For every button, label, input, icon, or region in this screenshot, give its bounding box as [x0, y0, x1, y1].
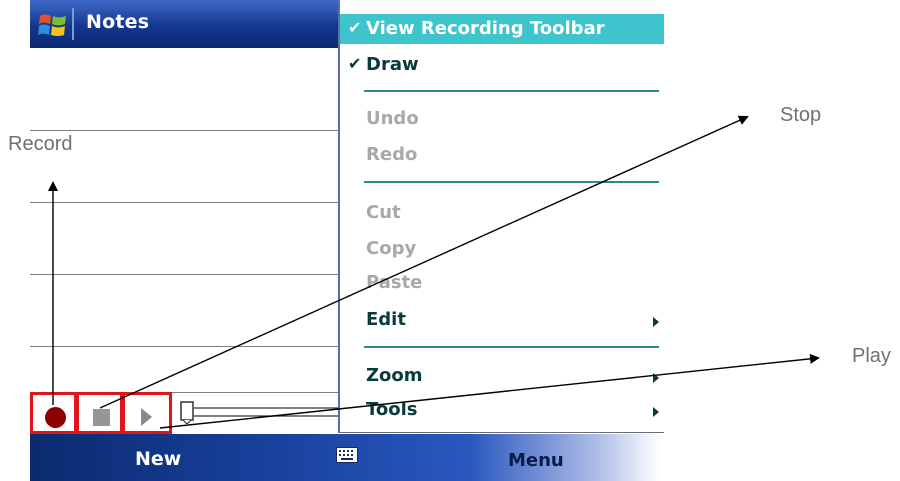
- play-button-face: [127, 397, 167, 429]
- checkmark-icon: ✔: [348, 18, 362, 37]
- menu-separator: [364, 346, 659, 348]
- menu-item-label: Cut: [366, 202, 401, 223]
- submenu-arrow-icon: [653, 317, 659, 327]
- new-softkey[interactable]: New: [135, 448, 181, 470]
- record-icon: [45, 407, 66, 428]
- play-button[interactable]: [122, 392, 172, 434]
- menu-separator: [364, 181, 659, 183]
- menu-item-draw[interactable]: ✔ Draw: [340, 50, 664, 80]
- menu-item-tools[interactable]: Tools: [340, 395, 664, 425]
- menu-item-view-recording-toolbar[interactable]: ✔ View Recording Toolbar: [340, 14, 664, 44]
- popup-menu: ✔ View Recording Toolbar ✔ Draw Undo Red…: [338, 0, 664, 433]
- menu-softkey[interactable]: Menu: [508, 450, 564, 471]
- note-line: [30, 130, 340, 131]
- menu-item-label: Copy: [366, 238, 417, 259]
- recording-toolbar: [30, 392, 342, 434]
- menu-item-label: Paste: [366, 272, 423, 293]
- volume-slider-icon[interactable]: [180, 400, 342, 424]
- note-line: [30, 202, 340, 203]
- title-bar: Notes: [30, 0, 340, 48]
- menu-item-label: View Recording Toolbar: [366, 18, 605, 39]
- app-title: Notes: [86, 11, 150, 33]
- menu-item-label: Undo: [366, 108, 419, 129]
- record-callout-label: Record: [8, 133, 73, 155]
- play-icon: [141, 408, 152, 426]
- submenu-arrow-icon: [653, 407, 659, 417]
- checkmark-icon: ✔: [348, 54, 362, 73]
- play-callout-label: Play: [852, 345, 891, 367]
- submenu-arrow-icon: [653, 373, 659, 383]
- menu-item-copy: Copy: [340, 234, 664, 264]
- note-line: [30, 346, 340, 347]
- menu-item-undo: Undo: [340, 104, 664, 134]
- title-separator: [72, 8, 74, 40]
- menu-item-cut: Cut: [340, 198, 664, 228]
- note-line: [30, 274, 340, 275]
- windows-flag-icon[interactable]: [38, 10, 68, 40]
- menu-item-paste: Paste: [340, 268, 664, 298]
- record-button[interactable]: [30, 392, 77, 434]
- record-button-face: [35, 397, 72, 429]
- menu-item-edit[interactable]: Edit: [340, 305, 664, 335]
- menu-item-zoom[interactable]: Zoom: [340, 361, 664, 391]
- stop-icon: [93, 409, 110, 426]
- menu-item-label: Zoom: [366, 365, 423, 386]
- menu-item-redo: Redo: [340, 140, 664, 170]
- menu-item-label: Edit: [366, 309, 406, 330]
- stop-button-face: [81, 397, 118, 429]
- stop-callout-label: Stop: [780, 104, 822, 126]
- softkey-bar: New Menu: [30, 434, 660, 481]
- menu-item-label: Draw: [366, 54, 419, 75]
- menu-item-label: Redo: [366, 144, 418, 165]
- keyboard-icon[interactable]: [336, 447, 358, 463]
- menu-item-label: Tools: [366, 399, 418, 420]
- stop-button[interactable]: [76, 392, 123, 434]
- menu-separator: [364, 90, 659, 92]
